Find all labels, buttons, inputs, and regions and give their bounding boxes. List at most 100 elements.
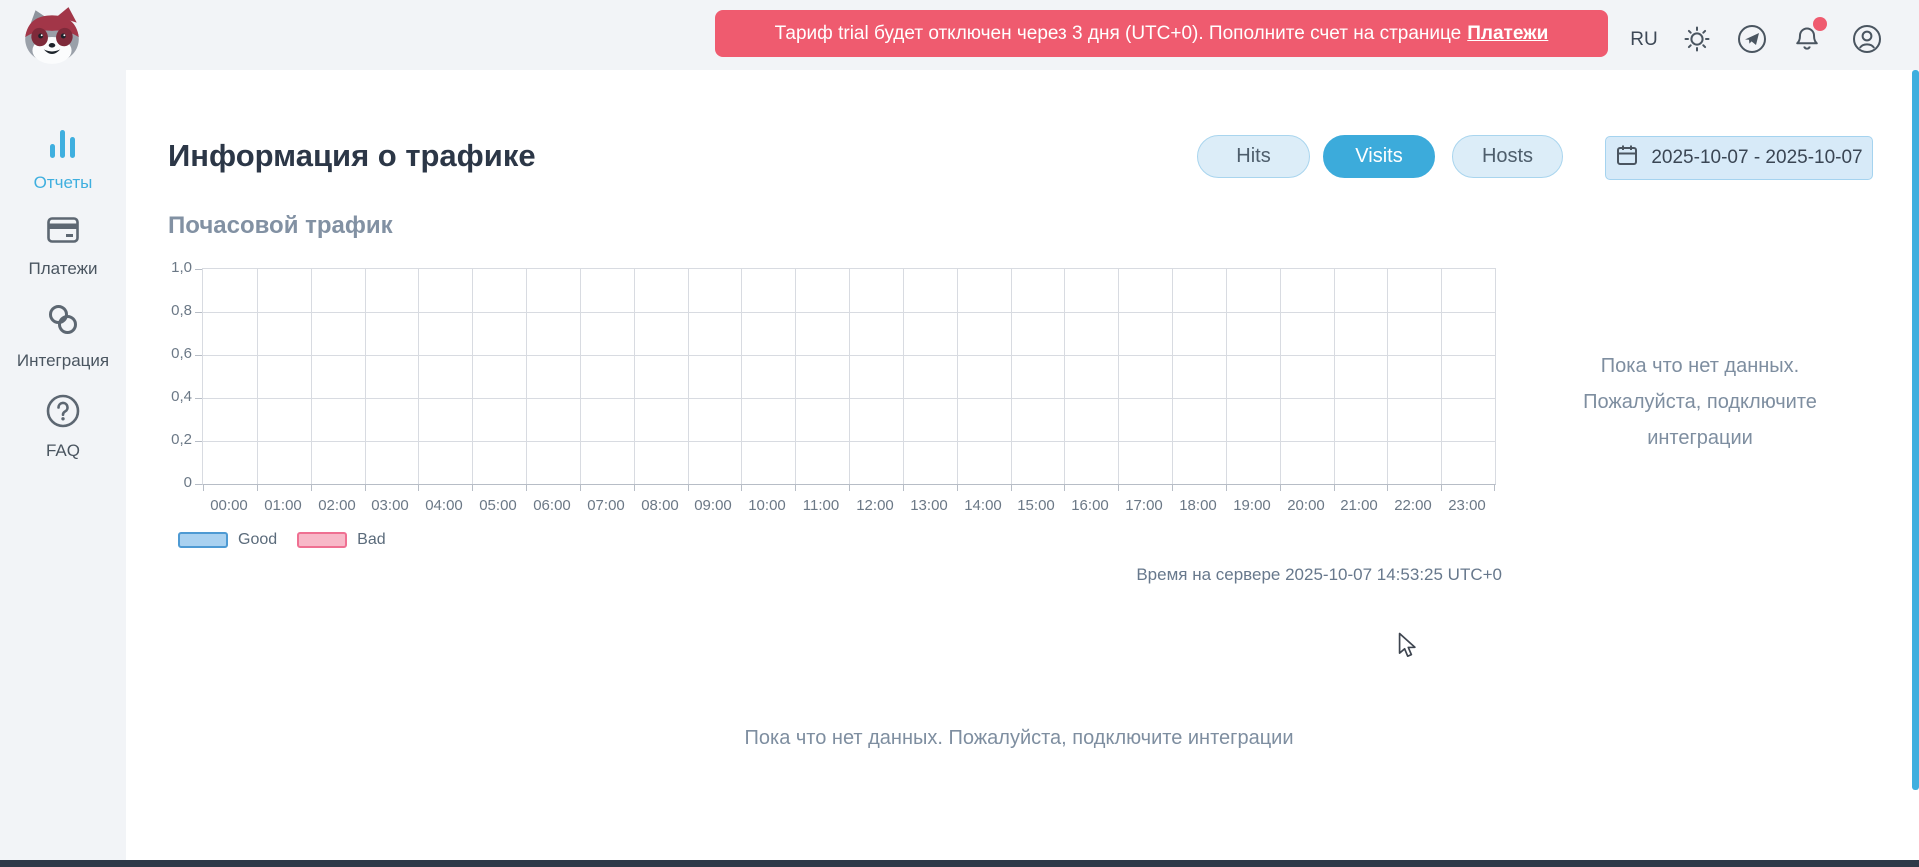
x-axis-tick [795,485,796,491]
notifications-button[interactable] [1790,24,1824,58]
v-gridline [418,269,419,484]
sidebar-item-label: Отчеты [0,173,126,193]
x-axis-tick [1334,485,1335,491]
v-gridline [688,269,689,484]
sun-icon [1681,23,1713,60]
x-axis-tick [257,485,258,491]
sidebar-item-payments[interactable]: Платежи [0,214,126,279]
sidebar-item-faq[interactable]: FAQ [0,392,126,461]
v-gridline [580,269,581,484]
legend-item: Good [178,531,277,549]
x-tick-label: 17:00 [1117,497,1171,514]
banner-payments-link[interactable]: Платежи [1467,23,1548,45]
tab-visits[interactable]: Visits [1323,135,1435,178]
x-axis-tick [580,485,581,491]
x-tick-label: 23:00 [1440,497,1494,514]
bottom-bar [0,860,1919,867]
x-tick-label: 03:00 [363,497,417,514]
x-tick-label: 04:00 [417,497,471,514]
trial-warning-banner: Тариф trial будет отключен через 3 дня (… [715,10,1608,57]
sidebar-item-label: Интеграция [0,351,126,371]
raccoon-logo [18,5,86,65]
top-bar: Тариф trial будет отключен через 3 дня (… [0,0,1919,70]
x-axis-tick [903,485,904,491]
x-axis-tick [1280,485,1281,491]
v-gridline [1280,269,1281,484]
legend-item: Bad [297,531,385,549]
y-axis-tick [195,484,202,485]
no-data-message-bottom: Пока что нет данных. Пожалуйста, подключ… [126,727,1912,750]
x-axis-tick [1441,485,1442,491]
x-tick-label: 16:00 [1063,497,1117,514]
date-range-picker[interactable]: 2025-10-07 - 2025-10-07 [1605,136,1873,180]
server-time: Время на сервере 2025-10-07 14:53:25 UTC… [1002,565,1502,585]
legend-swatch [178,532,228,548]
v-gridline [1334,269,1335,484]
y-tick-label: 0,6 [132,345,192,362]
x-axis-tick [1494,485,1495,491]
x-tick-label: 07:00 [579,497,633,514]
account-button[interactable] [1850,24,1884,58]
v-gridline [903,269,904,484]
notification-unread-dot [1813,17,1827,31]
x-tick-label: 14:00 [956,497,1010,514]
vertical-scrollbar-thumb[interactable] [1912,70,1919,790]
x-tick-label: 01:00 [256,497,310,514]
sidebar-item-label: Платежи [0,259,126,279]
x-axis-tick [634,485,635,491]
x-axis-tick [1011,485,1012,491]
sidebar: Отчеты Платежи Интеграция [0,70,126,860]
v-gridline [1441,269,1442,484]
chart-legend: Good Bad [178,531,386,549]
sidebar-item-integration[interactable]: Интеграция [0,300,126,371]
x-tick-label: 10:00 [740,497,794,514]
v-gridline [849,269,850,484]
telegram-icon [1736,23,1768,60]
v-gridline [634,269,635,484]
sidebar-item-reports[interactable]: Отчеты [0,126,126,193]
x-axis-tick [1064,485,1065,491]
v-gridline [1226,269,1227,484]
x-tick-label: 19:00 [1225,497,1279,514]
telegram-button[interactable] [1735,24,1769,58]
x-axis-tick [203,485,204,491]
x-axis-tick [1387,485,1388,491]
x-tick-label: 18:00 [1171,497,1225,514]
bar-chart-icon [46,149,80,166]
x-tick-label: 13:00 [902,497,956,514]
v-gridline [1118,269,1119,484]
v-gridline [1172,269,1173,484]
x-axis-tick [849,485,850,491]
y-axis-tick [195,441,202,442]
tab-hits[interactable]: Hits [1197,135,1310,178]
v-gridline [957,269,958,484]
x-axis-tick [526,485,527,491]
v-gridline [1387,269,1388,484]
account-icon [1851,23,1883,60]
y-axis-tick [195,398,202,399]
x-tick-label: 12:00 [848,497,902,514]
legend-label: Bad [357,531,385,549]
x-axis-tick [741,485,742,491]
question-circle-icon [44,417,82,434]
credit-card-icon [45,235,81,252]
y-tick-label: 0 [132,474,192,491]
page-title: Информация о трафике [168,138,536,174]
theme-toggle-button[interactable] [1680,24,1714,58]
y-tick-label: 0,8 [132,302,192,319]
date-range-value: 2025-10-07 - 2025-10-07 [1651,147,1862,169]
x-axis-tick [365,485,366,491]
language-selector[interactable]: RU [1627,26,1661,54]
v-gridline [741,269,742,484]
v-gridline [1011,269,1012,484]
v-gridline [257,269,258,484]
x-axis-tick [957,485,958,491]
x-axis-tick [311,485,312,491]
tab-hosts[interactable]: Hosts [1452,135,1563,178]
x-tick-label: 09:00 [686,497,740,514]
x-tick-label: 22:00 [1386,497,1440,514]
y-axis-tick [195,355,202,356]
y-tick-label: 1,0 [132,259,192,276]
x-axis-tick [1226,485,1227,491]
x-tick-label: 05:00 [471,497,525,514]
